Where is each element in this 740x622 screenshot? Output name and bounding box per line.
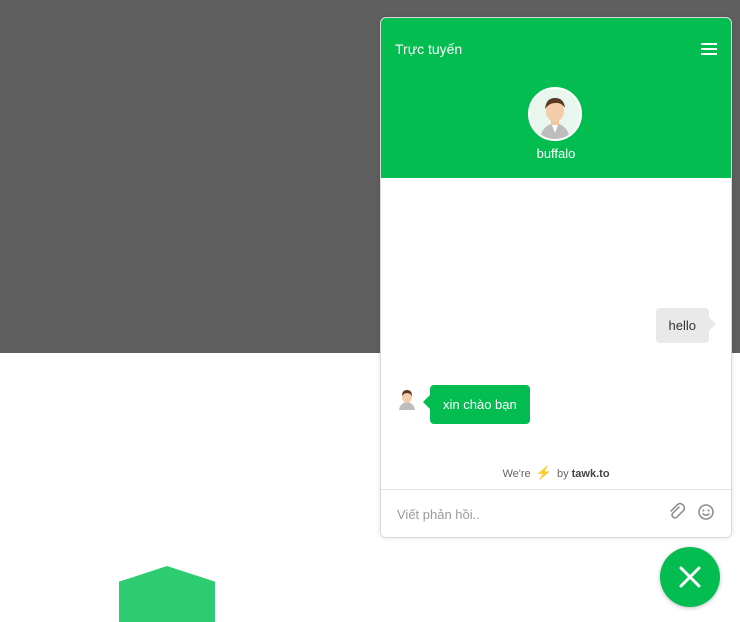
lightning-icon: ⚡ xyxy=(535,465,552,480)
message-list: hello xin chào bạn xyxy=(381,178,731,489)
composer xyxy=(381,489,731,537)
close-icon xyxy=(679,566,701,588)
agent-mini-avatar xyxy=(396,388,418,410)
agent-avatar xyxy=(528,87,582,141)
close-chat-button[interactable] xyxy=(660,547,720,607)
branding[interactable]: We're ⚡ by tawk.to xyxy=(381,465,731,481)
reply-input[interactable] xyxy=(395,503,649,525)
agent-message: xin chào bạn xyxy=(423,385,530,424)
menu-icon[interactable] xyxy=(701,43,717,55)
background-hexagon xyxy=(119,566,215,622)
branding-by: by xyxy=(556,468,569,480)
paperclip-icon[interactable] xyxy=(665,501,687,523)
agent-name: buffalo xyxy=(536,146,576,161)
branding-prefix: We're xyxy=(502,468,531,480)
brand-link[interactable]: tawk.to xyxy=(572,468,610,480)
online-status: Trực tuyến xyxy=(395,41,463,57)
chat-header: Trực tuyến buffalo xyxy=(381,18,731,178)
smiley-icon[interactable] xyxy=(695,501,717,523)
visitor-message: hello xyxy=(655,308,717,343)
chat-widget: Trực tuyến buffalo hello xin chào bạn We… xyxy=(380,17,732,538)
